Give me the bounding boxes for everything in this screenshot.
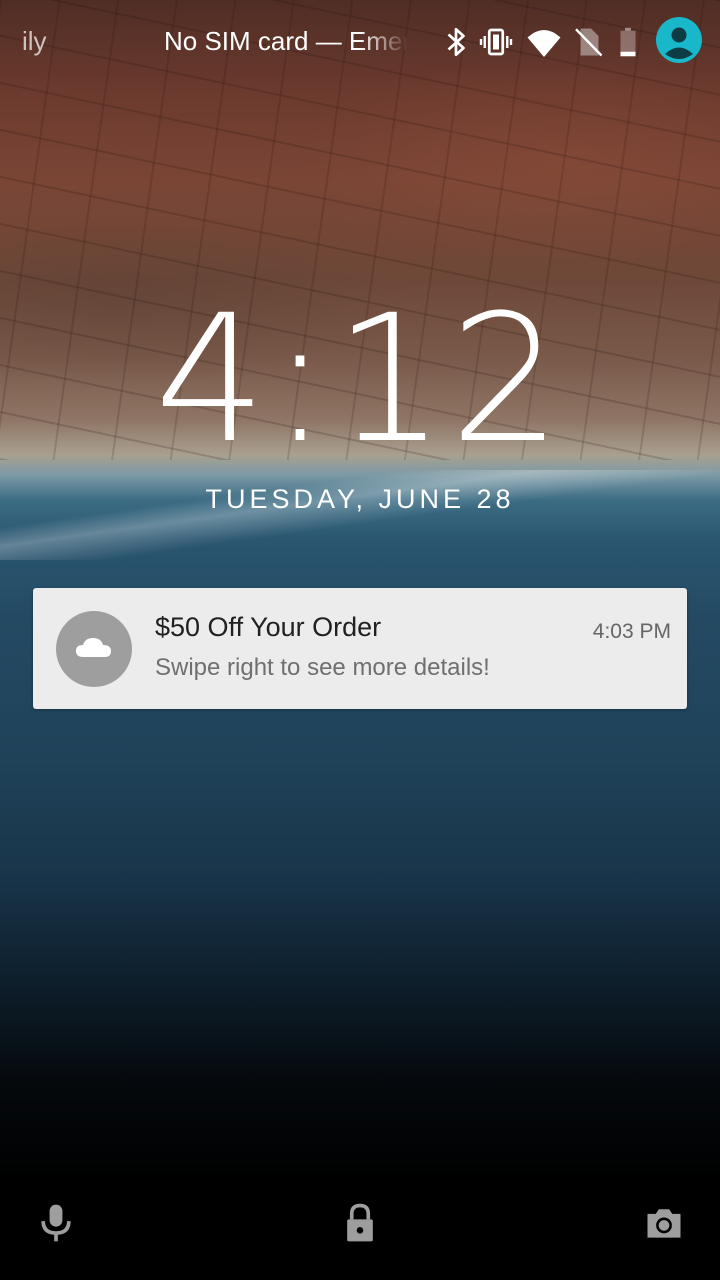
notification-app-icon [56,611,132,687]
battery-icon [620,27,636,57]
vibrate-icon [479,28,513,56]
notification-body: Swipe right to see more details! [155,654,490,681]
microphone-icon[interactable] [34,1200,78,1246]
lock-screen: ily No SIM card — Emergency calls only [0,0,720,1280]
account-icon[interactable] [656,17,702,63]
status-bar[interactable]: ily No SIM card — Emergency calls only [0,0,720,84]
clock-date: TUESDAY, JUNE 28 [205,484,515,514]
camera-icon[interactable] [642,1200,686,1246]
bluetooth-icon [447,27,465,57]
carrier-text: No SIM card — Emergency calls only [164,26,408,56]
notification-card[interactable]: $50 Off Your Order 4:03 PM Swipe right t… [33,588,687,709]
lock-icon[interactable] [338,1200,382,1246]
no-sim-icon [575,28,603,57]
cloud-icon [76,638,111,657]
clock-time: 4:12 [154,277,566,482]
wifi-icon [527,30,561,57]
notification-title: $50 Off Your Order [155,612,382,642]
carrier-text-partial: ily [22,26,47,56]
notification-time: 4:03 PM [592,620,671,643]
